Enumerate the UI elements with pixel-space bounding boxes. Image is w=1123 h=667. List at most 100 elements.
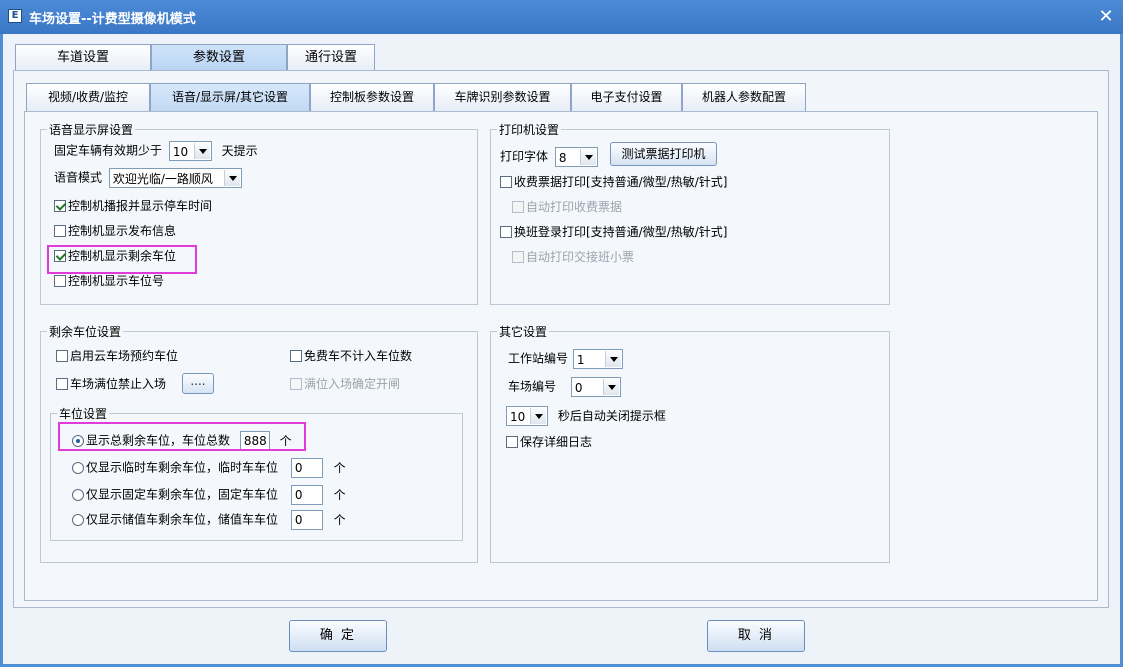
cb-auto-fee-receipt-label: 自动打印收费票据	[526, 200, 623, 214]
station-select[interactable]: 1	[572, 349, 623, 369]
other-settings-group: 其它设置 工作站编号 1 车场编号 0 10 秒后自动关闭提示框 保存详细日志	[490, 323, 890, 563]
unit-label: 个	[333, 512, 346, 527]
fixed-spaces-input[interactable]: 0	[290, 485, 323, 505]
cb-full-confirm-open[interactable]: 满位入场确定开闸	[290, 376, 400, 392]
lot-select[interactable]: 0	[570, 377, 621, 397]
tab-parameter-settings[interactable]: 参数设置	[151, 44, 287, 72]
dialog-body: 车道设置 参数设置 通行设置 视频/收费/监控 语音/显示屏/其它设置 控制板参…	[3, 34, 1120, 664]
radio-fixed-label: 仅显示固定车剩余车位，固定车车位	[86, 487, 279, 502]
chevron-down-icon	[223, 170, 240, 186]
auto-close-select[interactable]: 10	[506, 406, 548, 426]
highlight-total-spaces	[58, 422, 306, 451]
checkbox-icon[interactable]	[500, 226, 512, 238]
tab-lane-settings[interactable]: 车道设置	[15, 44, 151, 72]
cb-fee-receipt-label: 收费票据打印[支持普通/微型/热敏/针式]	[514, 175, 728, 189]
highlight-remaining-checkbox	[47, 245, 197, 274]
checkbox-icon[interactable]	[512, 251, 524, 263]
other-settings-group-title: 其它设置	[497, 323, 550, 340]
tab-electronic-payment[interactable]: 电子支付设置	[571, 83, 682, 111]
cb-auto-shift-ticket[interactable]: 自动打印交接班小票	[512, 249, 634, 265]
tab-voice-display-other[interactable]: 语音/显示屏/其它设置	[150, 83, 310, 111]
voice-display-group-title: 语音显示屏设置	[47, 121, 136, 138]
checkbox-icon[interactable]	[290, 378, 302, 390]
tab-access-settings[interactable]: 通行设置	[287, 44, 375, 72]
tab-video-fee-monitor[interactable]: 视频/收费/监控	[26, 83, 150, 111]
ok-button[interactable]: 确 定	[289, 620, 387, 652]
close-button[interactable]: ✕	[1092, 3, 1120, 31]
print-font-label: 打印字体	[500, 149, 549, 164]
checkbox-icon[interactable]	[500, 176, 512, 188]
cb-shift-login-label: 换班登录打印[支持普通/微型/热敏/针式]	[514, 225, 728, 239]
chevron-down-icon	[193, 143, 210, 159]
fixed-expiry-prefix: 固定车辆有效期少于	[54, 143, 163, 158]
cb-fee-receipt[interactable]: 收费票据打印[支持普通/微型/热敏/针式]	[500, 174, 728, 190]
test-print-button[interactable]: 测试票据打印机	[610, 142, 717, 166]
auto-close-value: 10	[510, 410, 526, 424]
cb-show-space-no[interactable]: 控制机显示车位号	[54, 273, 164, 289]
checkbox-icon[interactable]	[54, 225, 66, 237]
station-row: 工作站编号 1	[508, 349, 623, 369]
print-font-value: 8	[558, 151, 567, 165]
print-font-select[interactable]: 8	[554, 147, 598, 167]
print-font-row: 打印字体 8	[500, 147, 598, 167]
lot-label: 车场编号	[508, 379, 557, 394]
station-label: 工作站编号	[508, 351, 569, 366]
fixed-expiry-row: 固定车辆有效期少于 10 天提示	[54, 141, 258, 161]
radio-temp-row[interactable]: 仅显示临时车剩余车位，临时车车位 0 个	[72, 458, 346, 478]
fixed-expiry-days-select[interactable]: 10	[168, 141, 212, 161]
stored-spaces-input[interactable]: 0	[290, 510, 323, 530]
checkbox-icon[interactable]	[512, 201, 524, 213]
cb-broadcast-parking-time-label: 控制机播报并显示停车时间	[68, 199, 213, 213]
tab-robot-config[interactable]: 机器人参数配置	[682, 83, 806, 111]
cb-save-log[interactable]: 保存详细日志	[506, 434, 592, 450]
voice-mode-row: 语音模式 欢迎光临/一路顺风	[54, 168, 242, 188]
checkbox-icon[interactable]	[56, 378, 68, 390]
title-bar: E 车场设置--计费型摄像机模式 ✕	[0, 0, 1123, 34]
temp-spaces-input[interactable]: 0	[290, 458, 323, 478]
cb-broadcast-parking-time[interactable]: 控制机播报并显示停车时间	[54, 198, 212, 214]
cb-cloud-reserve[interactable]: 启用云车场预约车位	[56, 348, 178, 364]
fixed-expiry-days-value: 10	[172, 145, 189, 159]
cb-full-forbid[interactable]: 车场满位禁止入场	[56, 376, 166, 392]
checkbox-icon[interactable]	[290, 350, 302, 362]
radio-icon[interactable]	[72, 513, 84, 526]
cb-full-confirm-open-label: 满位入场确定开闸	[304, 377, 401, 391]
radio-temp-label: 仅显示临时车剩余车位，临时车车位	[86, 460, 279, 475]
cancel-button[interactable]: 取 消	[707, 620, 805, 652]
cb-cloud-reserve-label: 启用云车场预约车位	[70, 349, 179, 363]
auto-close-label: 秒后自动关闭提示框	[557, 408, 666, 423]
cb-free-not-count[interactable]: 免费车不计入车位数	[290, 348, 412, 364]
checkbox-icon[interactable]	[56, 350, 68, 362]
chevron-down-icon	[604, 351, 621, 367]
cb-auto-fee-receipt[interactable]: 自动打印收费票据	[512, 199, 622, 215]
lot-value: 0	[574, 381, 583, 395]
voice-mode-value: 欢迎光临/一路顺风	[112, 172, 213, 186]
checkbox-icon[interactable]	[506, 436, 518, 448]
checkbox-icon[interactable]	[54, 275, 66, 287]
voice-mode-select[interactable]: 欢迎光临/一路顺风	[108, 168, 242, 188]
parameter-panel: 视频/收费/监控 语音/显示屏/其它设置 控制板参数设置 车牌识别参数设置 电子…	[13, 70, 1109, 608]
cb-auto-shift-ticket-label: 自动打印交接班小票	[526, 250, 635, 264]
radio-icon[interactable]	[72, 461, 84, 474]
tab-control-board[interactable]: 控制板参数设置	[310, 83, 434, 111]
auto-close-row: 10 秒后自动关闭提示框	[506, 406, 666, 426]
printer-group-title: 打印机设置	[497, 121, 562, 138]
radio-fixed-row[interactable]: 仅显示固定车剩余车位，固定车车位 0 个	[72, 485, 346, 505]
remaining-space-group-title: 剩余车位设置	[47, 323, 124, 340]
radio-icon[interactable]	[72, 488, 84, 501]
cb-save-log-label: 保存详细日志	[520, 435, 593, 449]
cb-show-publish-info[interactable]: 控制机显示发布信息	[54, 223, 176, 239]
voice-display-group: 语音显示屏设置 固定车辆有效期少于 10 天提示 语音模式 欢迎光临/一路顺风	[40, 121, 478, 305]
checkbox-icon[interactable]	[54, 200, 66, 212]
cb-show-space-no-label: 控制机显示车位号	[68, 274, 165, 288]
close-icon: ✕	[1098, 6, 1114, 27]
unit-label: 个	[333, 460, 346, 475]
browse-button[interactable]: ....	[182, 373, 214, 394]
chevron-down-icon	[602, 379, 619, 395]
radio-stored-row[interactable]: 仅显示储值车剩余车位，储值车车位 0 个	[72, 510, 346, 530]
cb-shift-login[interactable]: 换班登录打印[支持普通/微型/热敏/针式]	[500, 224, 728, 240]
app-icon: E	[8, 9, 22, 23]
cb-full-forbid-label: 车场满位禁止入场	[70, 377, 167, 391]
tab-plate-recognition[interactable]: 车牌识别参数设置	[434, 83, 571, 111]
station-value: 1	[576, 353, 585, 367]
